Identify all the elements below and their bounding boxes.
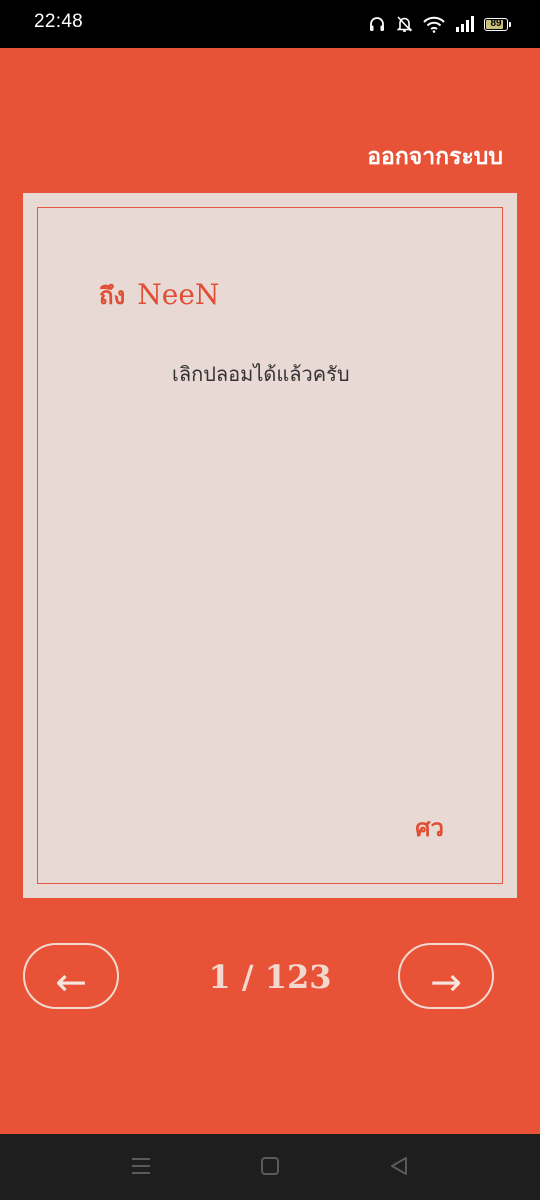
previous-page-button[interactable]: ← (23, 943, 119, 1009)
page-indicator: 1 / 123 (208, 958, 332, 996)
recipient-prefix: ถึง (99, 282, 126, 310)
headphones-icon (368, 15, 386, 33)
system-navigation-bar (0, 1134, 540, 1200)
battery-cap (509, 21, 511, 27)
status-icons: 89 (368, 13, 511, 35)
battery-icon: 89 (484, 17, 511, 31)
home-icon[interactable] (259, 1155, 281, 1177)
status-bar: 22:48 89 (0, 0, 540, 48)
recipient-name: NeeN (137, 278, 220, 311)
next-page-button[interactable]: → (398, 943, 494, 1009)
bell-muted-icon (396, 15, 413, 33)
recipient: ถึง NeeN (99, 276, 219, 315)
letter-card: ถึง NeeN เลิกปลอมได้แล้วครับ ศว (23, 193, 517, 898)
battery-level: 89 (490, 17, 502, 29)
arrow-right-icon: → (430, 960, 462, 1004)
signal-icon (455, 16, 474, 32)
logout-button[interactable]: ออกจากระบบ (367, 139, 503, 175)
arrow-left-icon: ← (55, 960, 87, 1004)
back-icon[interactable] (388, 1155, 410, 1177)
status-time: 22:48 (34, 11, 84, 32)
letter-signature: ศว (415, 814, 444, 842)
letter-frame: ถึง NeeN เลิกปลอมได้แล้วครับ ศว (37, 207, 503, 884)
menu-icon[interactable] (130, 1155, 152, 1177)
letter-message: เลิกปลอมได้แล้วครับ (172, 362, 350, 386)
wifi-icon (423, 16, 445, 33)
